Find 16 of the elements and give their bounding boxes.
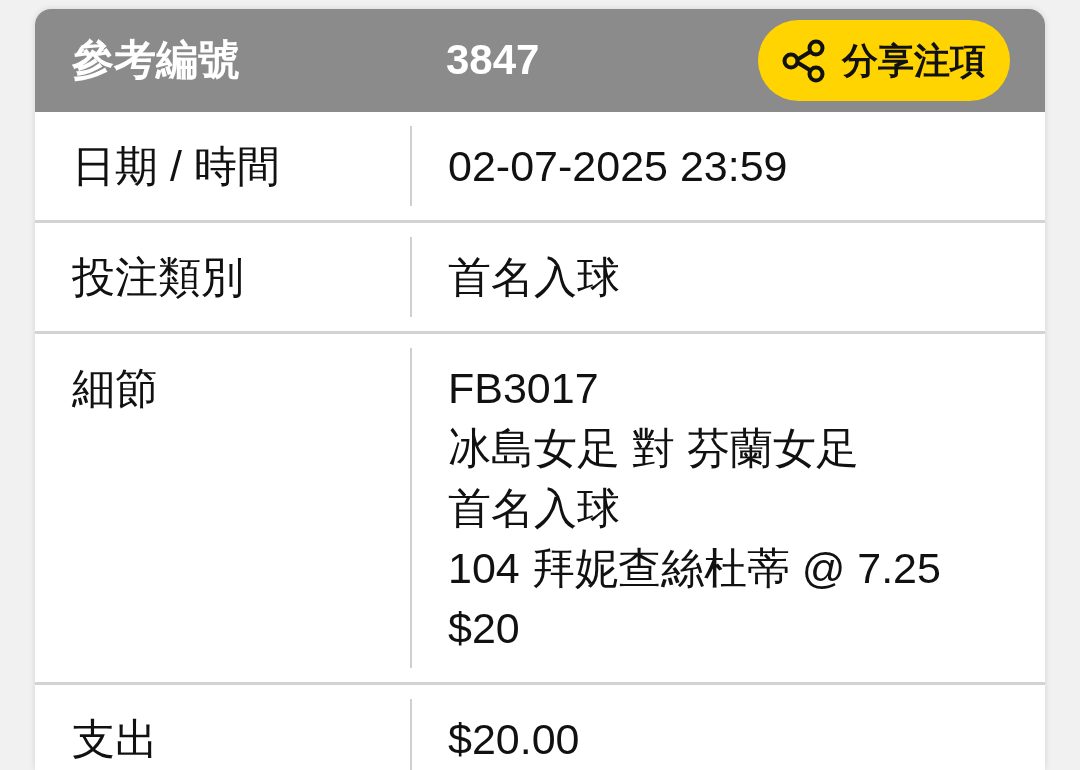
- field-value: 冰島女足 對 芬蘭女足: [448, 423, 859, 474]
- field-value: 104 拜妮查絲杜蒂 @ 7.25: [448, 543, 941, 594]
- field-label: 支出: [72, 714, 158, 765]
- field-value: 首名入球: [448, 483, 620, 534]
- share-button[interactable]: 分享注項: [758, 20, 1010, 101]
- share-icon: [782, 38, 826, 83]
- reference-label: 參考編號: [72, 36, 240, 84]
- field-label: 日期 / 時間: [72, 141, 280, 192]
- field-value: 02-07-2025 23:59: [448, 141, 788, 192]
- field-value: $20.00: [448, 714, 580, 765]
- reference-number: 3847: [446, 36, 540, 84]
- field-value: FB3017: [448, 363, 599, 414]
- field-value: $20: [448, 603, 520, 654]
- field-label: 細節: [72, 363, 158, 414]
- field-label: 投注類別: [72, 252, 244, 303]
- field-value: 首名入球: [448, 252, 620, 303]
